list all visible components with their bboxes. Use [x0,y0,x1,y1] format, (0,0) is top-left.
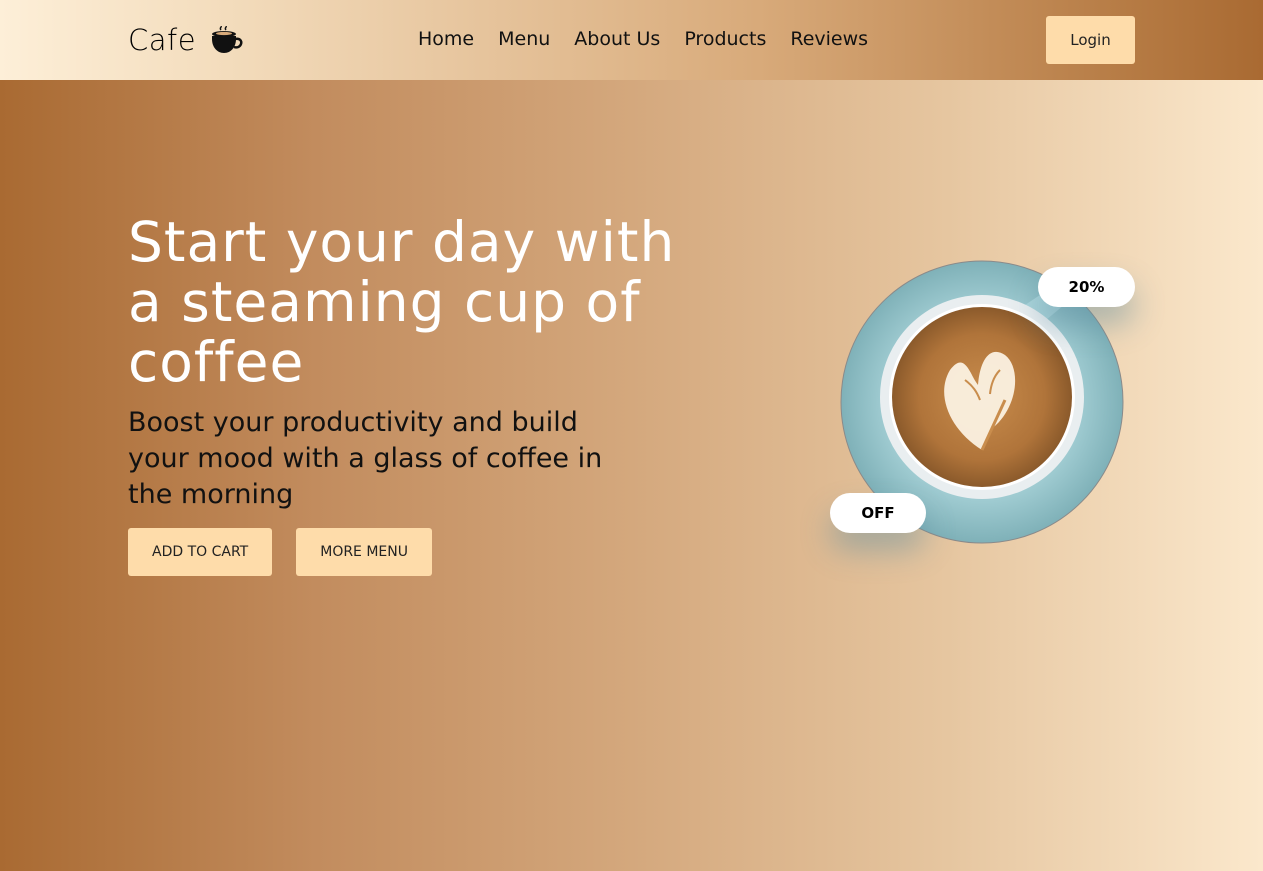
main-nav: Home Menu About Us Products Reviews [418,28,892,50]
login-button[interactable]: Login [1046,16,1135,64]
brand-name: Cafe [128,23,197,57]
discount-badge-bottom: OFF [830,493,926,533]
nav-products[interactable]: Products [684,28,766,50]
hero-subtext: Boost your productivity and build your m… [128,407,603,510]
hero-section: Start your day with a steaming cup of co… [0,80,1263,871]
nav-menu[interactable]: Menu [498,28,550,50]
nav-reviews[interactable]: Reviews [790,28,868,50]
hero-buttons: ADD TO CART MORE MENU [128,528,456,576]
nav-home[interactable]: Home [418,28,474,50]
more-menu-button[interactable]: MORE MENU [296,528,433,576]
coffee-cup-icon [212,26,243,53]
hero-headline: Start your day with a steaming cup of co… [128,210,676,394]
brand-logo[interactable]: Cafe [128,22,244,58]
nav-about-us[interactable]: About Us [574,28,660,50]
discount-badge-top: 20% [1038,267,1135,307]
add-to-cart-button[interactable]: ADD TO CART [128,528,273,576]
top-navbar: Cafe Home Menu About Us Products Reviews… [0,0,1263,80]
